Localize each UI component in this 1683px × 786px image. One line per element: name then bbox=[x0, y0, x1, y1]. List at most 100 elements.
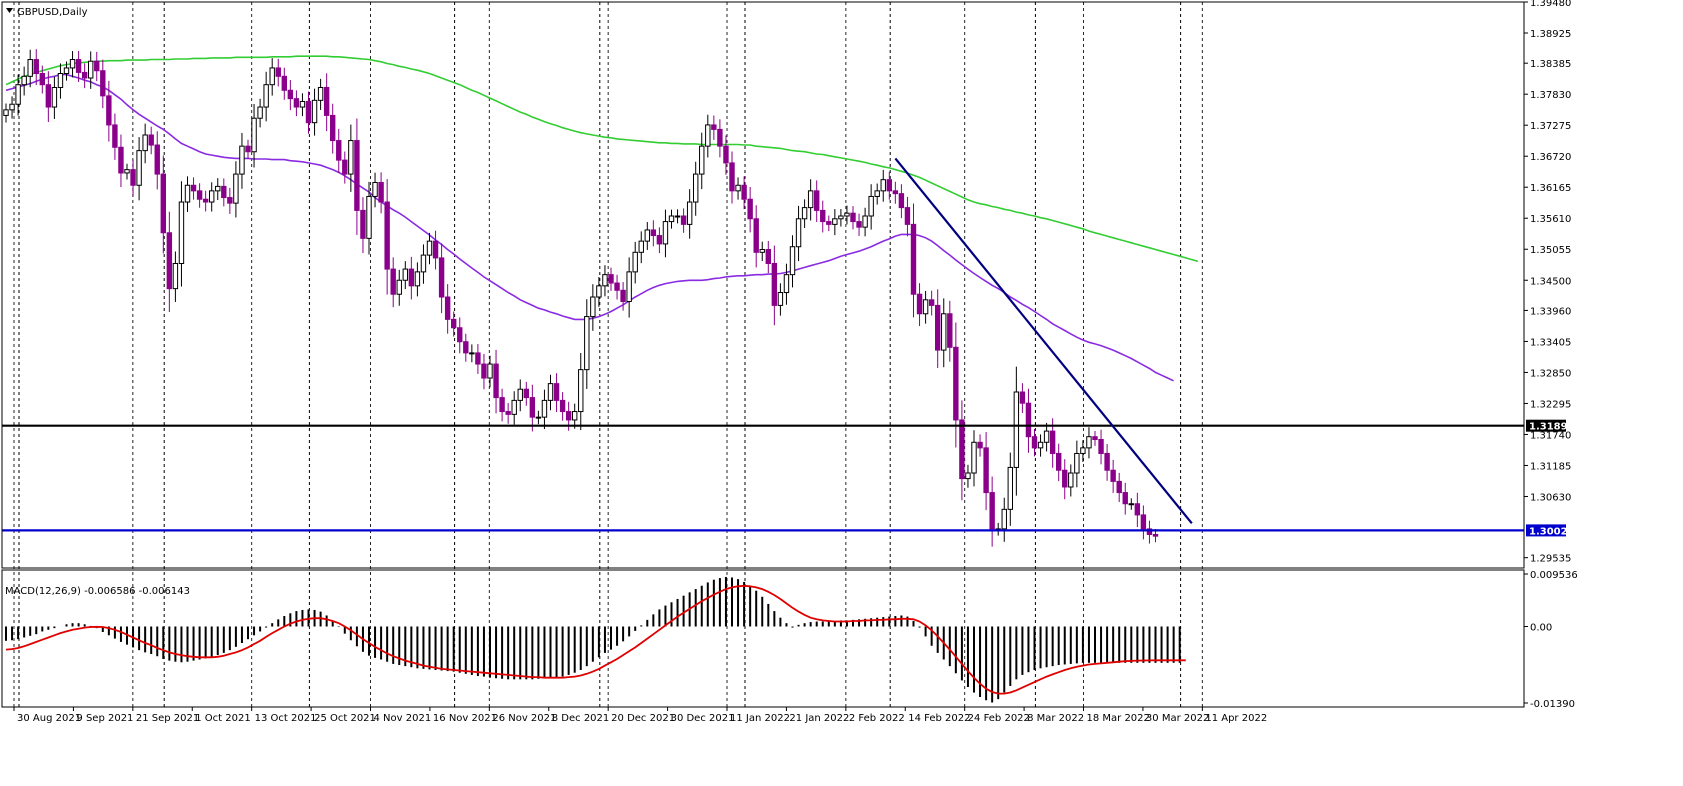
candle-body bbox=[868, 195, 874, 217]
candle-body bbox=[184, 184, 191, 203]
candle-body bbox=[1062, 469, 1068, 488]
date-tick-label: 26 Nov 2021 bbox=[492, 713, 556, 724]
date-tick-label: 11 Jan 2022 bbox=[730, 713, 790, 724]
candle-body bbox=[130, 169, 136, 186]
candle-body bbox=[547, 383, 554, 401]
date-tick-label: 9 Sep 2021 bbox=[76, 713, 133, 724]
candle-body bbox=[686, 201, 693, 225]
price-tick-label: 1.36165 bbox=[1530, 183, 1571, 194]
candle-body bbox=[1056, 452, 1062, 471]
candle-body bbox=[529, 397, 536, 418]
date-tick-label: 8 Mar 2022 bbox=[1027, 713, 1084, 724]
candle-body bbox=[832, 218, 838, 225]
price-tick-label: 1.31740 bbox=[1530, 430, 1571, 441]
candle-body bbox=[614, 282, 620, 291]
candle-body bbox=[33, 59, 39, 75]
candle-body bbox=[880, 179, 886, 192]
candle-body bbox=[148, 134, 154, 146]
candle-body bbox=[221, 185, 227, 199]
date-tick-label: 16 Nov 2021 bbox=[433, 713, 497, 724]
candle-body bbox=[1140, 514, 1147, 530]
date-tick-label: 1 Oct 2021 bbox=[195, 713, 250, 724]
candle-body bbox=[1110, 469, 1116, 482]
candle-body bbox=[553, 383, 560, 401]
candle-body bbox=[735, 184, 741, 192]
candle-body bbox=[75, 59, 82, 73]
date-tick-label: 18 Mar 2022 bbox=[1087, 713, 1150, 724]
candle-body bbox=[632, 251, 638, 273]
candle-body bbox=[1092, 436, 1098, 440]
candle-body bbox=[432, 240, 439, 259]
candle-body bbox=[1068, 472, 1074, 488]
date-tick-label: 13 Oct 2021 bbox=[255, 713, 317, 724]
candle-body bbox=[245, 145, 251, 153]
candle-body bbox=[826, 221, 832, 225]
chart-canvas[interactable]: 1.318971.30023 1.394801.389251.383851.37… bbox=[0, 0, 1683, 781]
price-tick-label: 1.39480 bbox=[1530, 0, 1571, 9]
candle-body bbox=[275, 67, 281, 77]
candle-body bbox=[723, 145, 729, 164]
candle-body bbox=[874, 190, 880, 197]
candle-body bbox=[172, 262, 179, 290]
price-tick-label: 1.37275 bbox=[1530, 121, 1571, 132]
candle-body bbox=[469, 352, 475, 355]
candle-body bbox=[463, 341, 469, 354]
candle-body bbox=[481, 363, 487, 379]
candle-body bbox=[396, 279, 402, 295]
candle-body bbox=[354, 140, 360, 211]
candle-body bbox=[323, 86, 330, 116]
level-price-label-1: 1.30023 bbox=[1529, 526, 1575, 537]
candle-body bbox=[408, 268, 415, 287]
candle-body bbox=[69, 59, 76, 69]
candle-body bbox=[202, 198, 209, 203]
price-tick-label: 1.37830 bbox=[1530, 90, 1571, 101]
candle-body bbox=[856, 221, 862, 228]
candle-body bbox=[166, 232, 173, 290]
date-tick-label: 30 Aug 2021 bbox=[17, 713, 81, 724]
candle-body bbox=[1122, 492, 1128, 505]
candle-body bbox=[1128, 503, 1134, 506]
candle-body bbox=[953, 346, 959, 421]
candle-body bbox=[1043, 430, 1050, 443]
candle-body bbox=[922, 299, 929, 315]
candle-body bbox=[499, 397, 505, 413]
candle-body bbox=[638, 240, 644, 253]
candle-body bbox=[668, 215, 675, 223]
candle-body bbox=[1098, 438, 1104, 454]
candle-body bbox=[311, 99, 318, 124]
candle-body bbox=[517, 388, 523, 401]
candle-body bbox=[789, 246, 796, 276]
candle-body bbox=[850, 212, 856, 223]
date-tick-label: 2 Feb 2022 bbox=[849, 713, 905, 724]
candle-body bbox=[928, 299, 935, 306]
price-tick-label: 1.29535 bbox=[1530, 554, 1571, 565]
candle-body bbox=[251, 117, 257, 153]
candle-body bbox=[209, 190, 215, 203]
candle-body bbox=[602, 274, 608, 287]
candle-body bbox=[1007, 466, 1013, 510]
candle-body bbox=[1152, 533, 1159, 537]
candle-body bbox=[360, 209, 366, 239]
candle-body bbox=[626, 271, 632, 302]
candle-body bbox=[565, 411, 572, 421]
price-tick-label: 1.31185 bbox=[1530, 461, 1571, 472]
candle-body bbox=[983, 447, 989, 494]
price-tick-label: 1.35055 bbox=[1530, 245, 1571, 256]
price-tick-label: 1.34500 bbox=[1530, 276, 1571, 287]
candle-body bbox=[330, 114, 336, 142]
candle-body bbox=[493, 363, 499, 399]
candle-body bbox=[487, 363, 493, 379]
candle-body bbox=[759, 249, 765, 253]
candle-body bbox=[124, 169, 130, 174]
candle-body bbox=[263, 84, 269, 108]
candle-body bbox=[451, 318, 457, 329]
candle-body bbox=[1086, 436, 1092, 449]
date-tick-label: 14 Feb 2022 bbox=[908, 713, 970, 724]
candle-body bbox=[63, 67, 70, 75]
candle-body bbox=[977, 441, 983, 449]
candle-body bbox=[965, 472, 971, 480]
price-tick-label: 1.33960 bbox=[1530, 306, 1571, 317]
candle-body bbox=[1134, 503, 1141, 516]
candle-body bbox=[293, 98, 300, 108]
candle-body bbox=[257, 106, 263, 119]
